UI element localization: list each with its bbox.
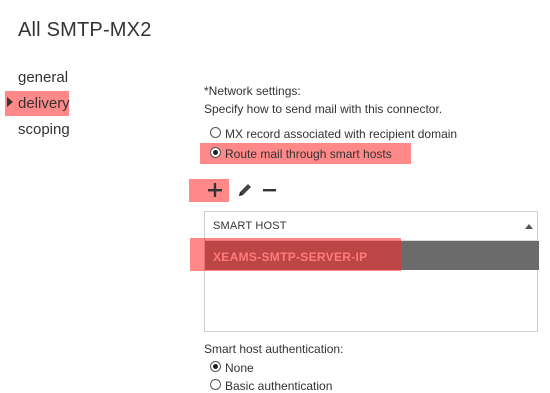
nav-item-scoping[interactable]: scoping <box>18 121 70 138</box>
auth-none-radio[interactable] <box>210 361 221 372</box>
mx-record-label: MX record associated with recipient doma… <box>225 127 458 141</box>
nav-item-delivery[interactable]: delivery <box>18 95 70 112</box>
smart-hosts-label: Route mail through smart hosts <box>225 147 392 161</box>
smart-host-value: XEAMS-SMTP-SERVER-IP <box>213 250 368 264</box>
plus-icon[interactable] <box>206 181 224 199</box>
auth-basic-radio[interactable] <box>210 379 221 390</box>
column-header-smart-host[interactable]: SMART HOST <box>213 220 287 232</box>
nav-item-general[interactable]: general <box>18 69 68 86</box>
selected-arrow-icon <box>7 97 13 107</box>
minus-icon[interactable] <box>262 181 278 199</box>
page-title: All SMTP-MX2 <box>18 19 152 41</box>
sort-arrow-icon[interactable] <box>525 224 533 229</box>
auth-basic-label: Basic authentication <box>225 379 333 393</box>
pencil-icon[interactable] <box>236 181 254 199</box>
auth-label: Smart host authentication: <box>204 342 344 356</box>
smart-hosts-radio[interactable] <box>210 147 221 158</box>
network-settings-heading: *Network settings: <box>204 84 301 98</box>
auth-none-label: None <box>225 361 254 375</box>
mx-record-radio[interactable] <box>210 127 221 138</box>
network-settings-description: Specify how to send mail with this conne… <box>204 102 443 116</box>
